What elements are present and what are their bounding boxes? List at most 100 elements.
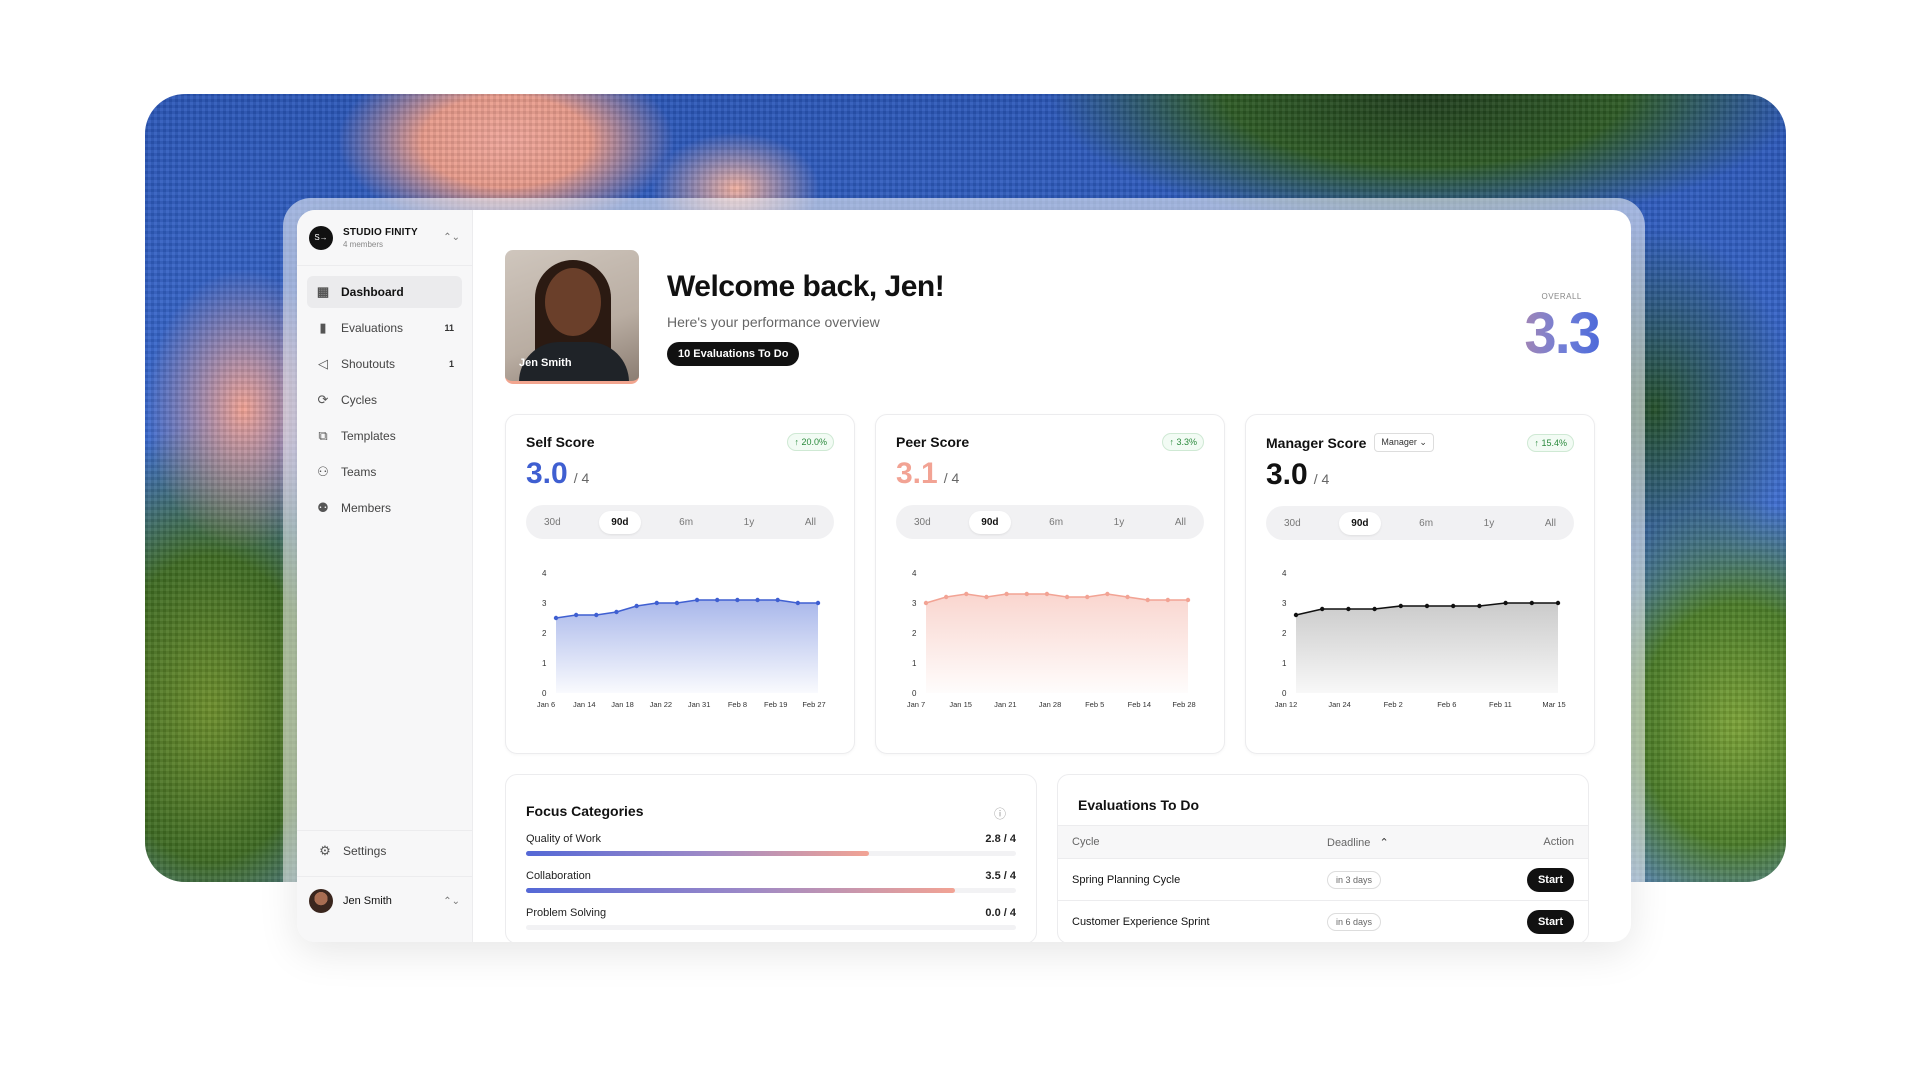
x-tick-label: Feb 2 xyxy=(1384,700,1403,709)
range-1y[interactable]: 1y xyxy=(1102,511,1137,534)
range-30d[interactable]: 30d xyxy=(532,511,573,534)
x-tick-label: Feb 19 xyxy=(764,700,787,709)
y-tick-label: 0 xyxy=(1282,689,1287,698)
overall-value: 3.3 xyxy=(1524,301,1601,366)
sidebar-item-shoutouts[interactable]: ◁ Shoutouts 1 xyxy=(307,348,462,380)
category-score: 3.5 / 4 xyxy=(985,870,1016,882)
data-point xyxy=(984,594,989,600)
range-1y[interactable]: 1y xyxy=(732,511,767,534)
sidebar-item-members[interactable]: ⚉ Members xyxy=(307,492,462,524)
y-tick-label: 4 xyxy=(1282,569,1287,578)
sidebar-item-label: Cycles xyxy=(341,393,378,407)
data-point xyxy=(735,597,740,603)
card-title: Self Score xyxy=(526,434,595,450)
x-tick-label: Feb 14 xyxy=(1128,700,1151,709)
info-icon[interactable]: ⓘ xyxy=(994,805,1006,822)
range-6m[interactable]: 6m xyxy=(1407,512,1445,535)
settings-label: Settings xyxy=(343,844,387,858)
x-tick-label: Jan 21 xyxy=(994,700,1017,709)
range-toggle: 30d 90d 6m 1y All xyxy=(896,505,1204,539)
sidebar-item-templates[interactable]: ⧉ Templates xyxy=(307,420,462,452)
category-bar xyxy=(526,851,1016,856)
score-value: 3.0 xyxy=(526,457,568,490)
range-6m[interactable]: 6m xyxy=(667,511,705,534)
data-point xyxy=(775,597,780,603)
photo-name: Jen Smith xyxy=(519,357,572,369)
y-tick-label: 3 xyxy=(1282,599,1287,608)
data-point xyxy=(654,600,659,606)
user-name: Jen Smith xyxy=(343,895,392,907)
evaluations-todo-button[interactable]: 10 Evaluations To Do xyxy=(667,342,800,366)
sidebar-item-evaluations[interactable]: ▮ Evaluations 11 xyxy=(307,312,462,344)
range-90d[interactable]: 90d xyxy=(599,510,641,534)
grid-icon: ▦ xyxy=(316,284,330,299)
score-chart: 0 1 2 3 4 Jan 12 Jan 24 Feb 2 Feb 6 Feb 11 Mar 15 xyxy=(1275,569,1566,709)
range-toggle: 30d 90d 6m 1y All xyxy=(526,505,834,539)
focus-category: Quality of Work 2.8 / 4 xyxy=(526,833,1016,856)
y-tick-label: 4 xyxy=(912,569,917,578)
self-score-card: Self Score ↑ 20.0% 3.0 / 4 30d 90d 6m 1y All… xyxy=(505,414,855,754)
col-deadline[interactable]: Deadline ⌃ xyxy=(1327,836,1527,849)
x-tick-label: Jan 22 xyxy=(650,700,673,709)
area-fill xyxy=(1296,603,1558,693)
category-bar xyxy=(526,888,1016,893)
range-all[interactable]: All xyxy=(1533,512,1568,535)
data-point xyxy=(1004,591,1009,597)
score-max: / 4 xyxy=(1313,471,1330,487)
settings-link[interactable]: ⚙ Settings xyxy=(297,830,472,871)
data-point xyxy=(1165,597,1171,603)
category-score: 2.8 / 4 xyxy=(985,833,1016,845)
x-tick-label: Feb 5 xyxy=(1085,700,1104,709)
deadline-badge: in 3 days xyxy=(1326,870,1381,889)
range-1y[interactable]: 1y xyxy=(1472,512,1507,535)
page-title: Welcome back, Jen! xyxy=(667,270,945,303)
data-point xyxy=(553,615,559,621)
manager-select[interactable]: Manager ⌄ xyxy=(1374,433,1434,452)
main-content: Jen Smith Welcome back, Jen! Here's your… xyxy=(473,210,1631,942)
range-6m[interactable]: 6m xyxy=(1037,511,1075,534)
chevron-up-down-icon[interactable]: ⌃⌄ xyxy=(443,232,460,243)
start-button[interactable]: Start xyxy=(1526,909,1574,934)
range-30d[interactable]: 30d xyxy=(1272,512,1313,535)
org-name: STUDIO FINITY xyxy=(343,226,418,238)
org-member-count: 4 members xyxy=(343,239,384,249)
data-point xyxy=(674,600,680,606)
manager-score-card: Manager Score Manager ⌄ ↑ 15.4% 3.0 / 4 … xyxy=(1245,414,1595,754)
data-point xyxy=(755,597,760,603)
x-tick-label: Jan 14 xyxy=(573,700,596,709)
sidebar-item-dashboard[interactable]: ▦ Dashboard xyxy=(307,276,462,308)
y-tick-label: 1 xyxy=(542,659,547,668)
user-menu[interactable]: Jen Smith ⌃⌄ xyxy=(297,876,472,925)
x-tick-label: Jan 12 xyxy=(1275,700,1298,709)
chevron-up-down-icon[interactable]: ⌃⌄ xyxy=(443,896,460,907)
sidebar-item-teams[interactable]: ⚇ Teams xyxy=(307,456,462,488)
y-tick-label: 2 xyxy=(912,629,917,638)
col-cycle: Cycle xyxy=(1072,836,1100,848)
sidebar-item-cycles[interactable]: ⟳ Cycles xyxy=(307,384,462,416)
range-30d[interactable]: 30d xyxy=(902,511,943,534)
y-tick-label: 0 xyxy=(912,689,917,698)
data-point xyxy=(1085,594,1090,600)
chevron-up-icon: ⌃ xyxy=(1379,836,1389,849)
data-point xyxy=(1372,606,1377,612)
overall-label: OVERALL xyxy=(1541,292,1582,301)
range-all[interactable]: All xyxy=(793,511,828,534)
data-point xyxy=(1293,612,1299,618)
y-tick-label: 1 xyxy=(912,659,917,668)
range-90d[interactable]: 90d xyxy=(969,510,1011,534)
data-point xyxy=(1125,594,1130,600)
range-90d[interactable]: 90d xyxy=(1339,511,1381,535)
profile-photo: Jen Smith xyxy=(505,250,639,384)
data-point xyxy=(694,597,700,603)
sidebar-item-label: Dashboard xyxy=(341,285,404,299)
table-row: Spring Planning Cycle in 3 days Start xyxy=(1058,859,1588,901)
org-switcher[interactable]: S→ STUDIO FINITY 4 members ⌃⌄ xyxy=(297,210,472,266)
sidebar-item-label: Templates xyxy=(341,429,396,443)
sidebar-item-label: Shoutouts xyxy=(341,357,396,371)
app-window: S→ STUDIO FINITY 4 members ⌃⌄ ▦ Dashboard… xyxy=(297,210,1631,942)
y-tick-label: 2 xyxy=(542,629,547,638)
megaphone-icon: ◁ xyxy=(318,356,328,371)
x-tick-label: Feb 28 xyxy=(1172,700,1195,709)
range-all[interactable]: All xyxy=(1163,511,1198,534)
start-button[interactable]: Start xyxy=(1526,867,1574,892)
